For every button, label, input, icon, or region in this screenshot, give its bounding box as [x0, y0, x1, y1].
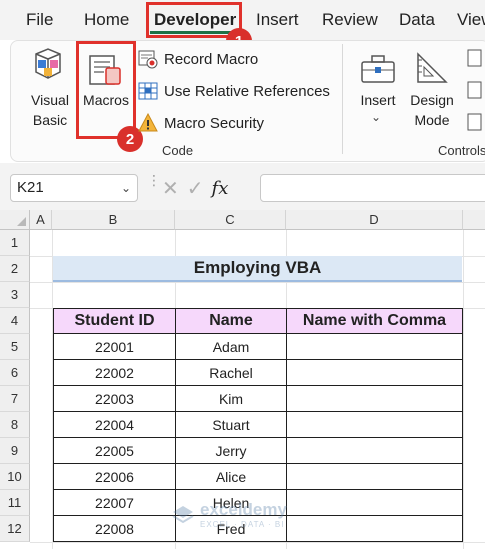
cell-name-with-comma[interactable]	[286, 411, 463, 438]
exceldemy-logo-icon	[172, 505, 194, 523]
design-mode-button[interactable]: Design Mode	[408, 90, 456, 130]
cell-name[interactable]: Rachel	[175, 359, 287, 386]
code-group-label: Code	[162, 143, 194, 158]
use-relative-references-label: Use Relative References	[164, 82, 330, 100]
row-header-2[interactable]: 2	[0, 256, 30, 282]
column-header-c[interactable]: C	[175, 210, 286, 230]
cell-name-with-comma[interactable]	[286, 489, 463, 516]
row-header-9[interactable]: 9	[0, 438, 30, 464]
column-header-a[interactable]: A	[30, 210, 52, 230]
gridline	[30, 542, 485, 543]
toolbox-icon[interactable]	[360, 52, 396, 86]
row-header-7[interactable]: 7	[0, 386, 30, 412]
cell-student-id[interactable]: 22007	[53, 489, 176, 516]
cell-name-with-comma[interactable]	[286, 333, 463, 360]
formula-input[interactable]	[260, 174, 485, 202]
row-header-10[interactable]: 10	[0, 464, 30, 490]
controls-more-icons[interactable]	[466, 48, 484, 138]
cell-name-with-comma[interactable]	[286, 463, 463, 490]
row-header-12[interactable]: 12	[0, 516, 30, 542]
cell-name-with-comma[interactable]	[286, 385, 463, 412]
cell-name-with-comma[interactable]	[286, 437, 463, 464]
cell-name[interactable]: Kim	[175, 385, 287, 412]
insert-dropdown-icon[interactable]: ⌄	[371, 110, 381, 124]
header-student-id[interactable]: Student ID	[53, 308, 176, 334]
row-header-1[interactable]: 1	[0, 230, 30, 256]
cell-student-id[interactable]: 22003	[53, 385, 176, 412]
cell-student-id[interactable]: 22006	[53, 463, 176, 490]
row-header-8[interactable]: 8	[0, 412, 30, 438]
cell-name[interactable]: Alice	[175, 463, 287, 490]
watermark-name: exceldemy	[200, 500, 287, 519]
row-header-5[interactable]: 5	[0, 334, 30, 360]
tab-file[interactable]: File	[26, 10, 53, 30]
record-macro-button[interactable]: Record Macro	[138, 46, 258, 72]
enter-icon[interactable]: ✓	[187, 176, 204, 201]
cell-student-id[interactable]: 22008	[53, 515, 176, 542]
cell-student-id[interactable]: 22005	[53, 437, 176, 464]
tab-review[interactable]: Review	[322, 10, 378, 30]
row-header-3[interactable]: 3	[0, 282, 30, 308]
cell-student-id[interactable]: 22004	[53, 411, 176, 438]
insert-function-button[interactable]: fx	[212, 178, 229, 199]
visual-basic-button[interactable]: Visual Basic	[26, 90, 74, 130]
cell-name-with-comma[interactable]	[286, 359, 463, 386]
visual-basic-icon[interactable]	[30, 48, 66, 86]
warning-icon	[138, 113, 158, 133]
gridline	[30, 282, 485, 283]
cell-student-id[interactable]: 22001	[53, 333, 176, 360]
row-header-4[interactable]: 4	[0, 308, 30, 334]
cell-name[interactable]: Jerry	[175, 437, 287, 464]
row-header-6[interactable]: 6	[0, 360, 30, 386]
relative-references-icon	[138, 81, 158, 101]
formula-bar-grip-icon[interactable]: ⋮	[147, 173, 161, 187]
select-all-button[interactable]	[0, 210, 30, 230]
gridline	[463, 230, 464, 549]
row-header-11[interactable]: 11	[0, 490, 30, 516]
name-box[interactable]: K21 ⌄	[10, 174, 138, 202]
column-header-b[interactable]: B	[52, 210, 175, 230]
name-box-value: K21	[17, 179, 44, 196]
name-box-dropdown-icon[interactable]: ⌄	[121, 175, 131, 201]
design-mode-icon[interactable]	[414, 50, 450, 86]
formula-bar-buttons: ✕ ✓ fx	[162, 174, 254, 202]
cell-name-with-comma[interactable]	[286, 515, 463, 542]
macros-highlight	[76, 41, 136, 139]
macro-security-label: Macro Security	[164, 114, 265, 132]
tab-home[interactable]: Home	[84, 10, 129, 30]
record-macro-icon	[138, 49, 158, 69]
insert-controls-button[interactable]: Insert	[356, 90, 400, 110]
sheet-title-cell[interactable]: Employing VBA	[53, 256, 462, 282]
tab-view[interactable]: View	[457, 10, 485, 30]
use-relative-references-button[interactable]: Use Relative References	[138, 78, 330, 104]
column-header-e[interactable]	[463, 210, 485, 230]
cancel-icon[interactable]: ✕	[162, 176, 179, 201]
exceldemy-watermark: exceldemy EXCEL · DATA · BI	[172, 500, 287, 529]
tab-data[interactable]: Data	[399, 10, 435, 30]
watermark-tagline: EXCEL · DATA · BI	[200, 520, 285, 529]
record-macro-label: Record Macro	[164, 50, 259, 68]
header-name[interactable]: Name	[175, 308, 287, 334]
controls-group-label: Controls	[438, 143, 485, 158]
visual-basic-label: Visual Basic	[31, 92, 69, 128]
cell-name[interactable]: Stuart	[175, 411, 287, 438]
macro-security-button[interactable]: Macro Security	[138, 110, 264, 136]
cell-name[interactable]: Adam	[175, 333, 287, 360]
column-header-d[interactable]: D	[286, 210, 463, 230]
header-name-with-comma[interactable]: Name with Comma	[286, 308, 463, 334]
cell-student-id[interactable]: 22002	[53, 359, 176, 386]
tab-insert[interactable]: Insert	[256, 10, 299, 30]
group-separator	[342, 44, 343, 154]
